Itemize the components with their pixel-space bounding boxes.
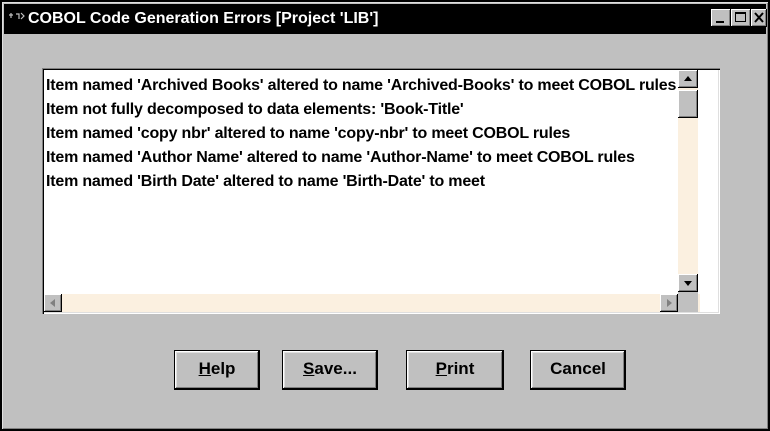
maximize-icon xyxy=(735,12,746,22)
close-icon xyxy=(754,12,764,23)
list-item[interactable]: Item named 'Archived Books' altered to n… xyxy=(46,74,696,98)
horizontal-scrollbar[interactable] xyxy=(44,294,700,312)
list-item[interactable]: Item named 'Author Name' altered to name… xyxy=(46,146,696,170)
arrow-up-icon xyxy=(684,76,692,81)
scroll-left-button[interactable] xyxy=(44,294,62,312)
list-item[interactable]: Item named 'copy nbr' altered to name 'c… xyxy=(46,122,696,146)
window-title: COBOL Code Generation Errors [Project 'L… xyxy=(28,10,379,27)
help-label: elp xyxy=(210,359,236,378)
cancel-label: Cancel xyxy=(550,359,606,378)
dialog-window: COBOL Code Generation Errors [Project 'L… xyxy=(0,0,770,431)
arrow-down-icon xyxy=(684,281,692,286)
help-mnemonic: H xyxy=(198,359,211,378)
save-button[interactable]: Save... xyxy=(282,350,378,390)
scroll-up-button[interactable] xyxy=(678,70,698,88)
save-label: ave... xyxy=(314,359,357,378)
scrollbar-corner xyxy=(678,292,698,312)
print-label: rint xyxy=(446,359,475,378)
save-mnemonic: S xyxy=(303,359,315,378)
minimize-icon xyxy=(716,21,724,23)
title-bar[interactable]: COBOL Code Generation Errors [Project 'L… xyxy=(4,4,767,34)
close-button[interactable] xyxy=(751,9,767,27)
vertical-scroll-thumb[interactable] xyxy=(678,90,698,118)
print-mnemonic: P xyxy=(435,359,447,378)
print-button[interactable]: Print xyxy=(406,350,504,390)
app-icon[interactable] xyxy=(8,11,26,25)
help-button[interactable]: Help xyxy=(174,350,260,390)
arrow-right-icon xyxy=(667,299,672,307)
scroll-down-button[interactable] xyxy=(678,274,698,292)
list-item[interactable]: Item not fully decomposed to data elemen… xyxy=(46,98,696,122)
scroll-right-button[interactable] xyxy=(660,294,678,312)
vertical-scrollbar[interactable] xyxy=(678,70,698,292)
error-list-content: Item named 'Archived Books' altered to n… xyxy=(46,74,696,294)
maximize-button[interactable] xyxy=(731,9,751,27)
cancel-button[interactable]: Cancel xyxy=(530,350,626,390)
arrow-left-icon xyxy=(50,299,55,307)
error-list[interactable]: Item named 'Archived Books' altered to n… xyxy=(42,68,720,314)
list-item[interactable]: Item named 'Birth Date' altered to name … xyxy=(46,170,696,194)
minimize-button[interactable] xyxy=(711,9,731,27)
